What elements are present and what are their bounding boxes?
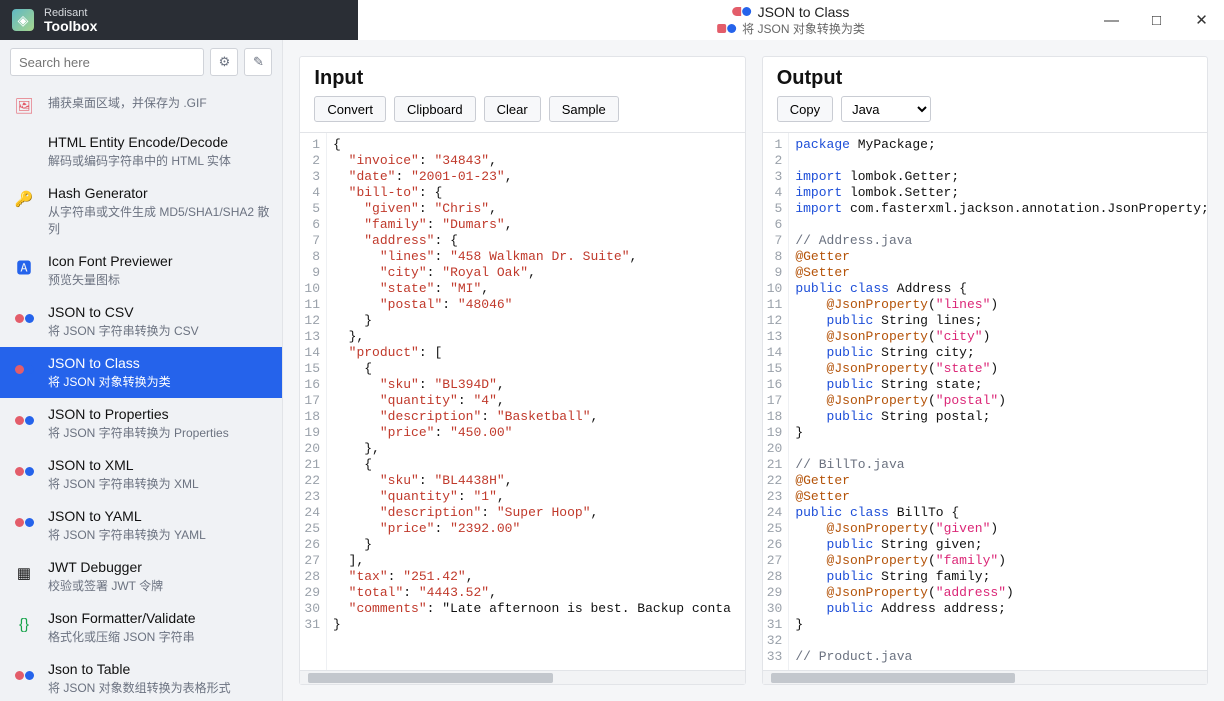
clear-button[interactable]: Clear — [484, 96, 541, 122]
output-heading: Output — [763, 57, 1207, 96]
sidebar-item-desc: 将 JSON 对象数组转换为表格形式 — [48, 679, 231, 696]
sidebar-item-icon — [12, 510, 36, 534]
input-pane: Input Convert Clipboard Clear Sample 1 2… — [299, 56, 745, 685]
search-input[interactable] — [10, 48, 204, 76]
input-editor[interactable]: 1 2 3 4 5 6 7 8 9 10 11 12 13 14 15 16 1… — [300, 132, 744, 670]
sidebar-item-title: JSON to YAML — [48, 508, 206, 524]
sidebar-item-desc: 校验或签署 JWT 令牌 — [48, 577, 163, 594]
sidebar-item-title: JSON to CSV — [48, 304, 199, 320]
page-subtitle: 将 JSON 对象转换为类 — [742, 20, 865, 37]
sidebar-item-title: Json to Table — [48, 661, 231, 677]
sidebar-item-json-to-xml[interactable]: JSON to XML 将 JSON 字符串转换为 XML — [0, 449, 282, 500]
sample-button[interactable]: Sample — [549, 96, 619, 122]
sidebar-item-html-entity-encode-decode[interactable]: HTML Entity Encode/Decode 解码或编码字符串中的 HTML… — [0, 126, 282, 177]
header-icon-2 — [717, 24, 736, 33]
output-scrollbar-horizontal[interactable] — [763, 670, 1207, 684]
titlebar: ◈ Redisant Toolbox JSON to Class 将 JSON … — [0, 0, 1224, 40]
sidebar-item-icon: {} — [12, 612, 36, 636]
sidebar-item-icon: ▦ — [12, 561, 36, 585]
window-minimize-button[interactable]: — — [1089, 0, 1134, 40]
brand-name: Toolbox — [44, 19, 97, 33]
sidebar-item-title: JWT Debugger — [48, 559, 163, 575]
sidebar-item-jwt-debugger[interactable]: ▦ JWT Debugger 校验或签署 JWT 令牌 — [0, 551, 282, 602]
window-maximize-button[interactable]: □ — [1134, 0, 1179, 40]
brand-top: Redisant — [44, 7, 87, 19]
clipboard-button[interactable]: Clipboard — [394, 96, 476, 122]
copy-button[interactable]: Copy — [777, 96, 833, 122]
sidebar-item-title: HTML Entity Encode/Decode — [48, 134, 231, 150]
sidebar-item-json-to-yaml[interactable]: JSON to YAML 将 JSON 字符串转换为 YAML — [0, 500, 282, 551]
app-brand: Redisant Toolbox — [44, 8, 97, 33]
sidebar-item-title: Icon Font Previewer — [48, 253, 173, 269]
sidebar-item-json-to-table[interactable]: Json to Table 将 JSON 对象数组转换为表格形式 — [0, 653, 282, 701]
header-icon — [733, 7, 752, 16]
settings-icon[interactable]: ⚙ — [210, 48, 238, 76]
sidebar-item-icon — [12, 357, 36, 381]
sidebar-item-icon: 🖼 — [12, 94, 36, 118]
sidebar-item-json-to-properties[interactable]: JSON to Properties 将 JSON 字符串转换为 Properti… — [0, 398, 282, 449]
sidebar-item-desc: 将 JSON 字符串转换为 Properties — [48, 424, 229, 441]
sidebar: ⚙ ✎ 🖼 捕获桌面区域，并保存为 .GIF HTML Entity Encode/… — [0, 40, 283, 701]
sidebar-item-icon — [12, 663, 36, 687]
sidebar-item-hash-generator[interactable]: 🔑 Hash Generator 从字符串或文件生成 MD5/SHA1/SHA2 散… — [0, 177, 282, 245]
sidebar-item-desc: 将 JSON 字符串转换为 YAML — [48, 526, 206, 543]
sidebar-item-title: Json Formatter/Validate — [48, 610, 196, 626]
output-pane: Output Copy Java 1 2 3 4 5 6 7 8 9 10 11… — [762, 56, 1208, 685]
sidebar-item-desc: 解码或编码字符串中的 HTML 实体 — [48, 152, 231, 169]
sidebar-item-title: JSON to Class — [48, 355, 171, 371]
sidebar-item-json-to-csv[interactable]: JSON to CSV 将 JSON 字符串转换为 CSV — [0, 296, 282, 347]
sidebar-item-desc: 捕获桌面区域，并保存为 .GIF — [48, 94, 207, 111]
input-scrollbar-horizontal[interactable] — [300, 670, 744, 684]
sidebar-item-desc: 预览矢量图标 — [48, 271, 173, 288]
edit-icon[interactable]: ✎ — [244, 48, 272, 76]
sidebar-item-json-to-class[interactable]: JSON to Class 将 JSON 对象转换为类 — [0, 347, 282, 398]
sidebar-item-desc: 将 JSON 字符串转换为 XML — [48, 475, 199, 492]
sidebar-item-desc: 将 JSON 字符串转换为 CSV — [48, 322, 199, 339]
page-title: JSON to Class — [758, 4, 850, 20]
sidebar-item-title: JSON to XML — [48, 457, 199, 473]
sidebar-item-json-formatter-validate[interactable]: {} Json Formatter/Validate 格式化或压缩 JSON 字符串 — [0, 602, 282, 653]
sidebar-item-title: JSON to Properties — [48, 406, 229, 422]
sidebar-item-item[interactable]: 🖼 捕获桌面区域，并保存为 .GIF — [0, 84, 282, 126]
convert-button[interactable]: Convert — [314, 96, 386, 122]
language-select[interactable]: Java — [841, 96, 931, 122]
app-logo-icon: ◈ — [12, 9, 34, 31]
sidebar-item-desc: 将 JSON 对象转换为类 — [48, 373, 171, 390]
sidebar-item-icon — [12, 408, 36, 432]
sidebar-item-icon — [12, 136, 36, 160]
sidebar-item-desc: 格式化或压缩 JSON 字符串 — [48, 628, 196, 645]
sidebar-item-icon: 🔑 — [12, 187, 36, 211]
sidebar-item-icon — [12, 459, 36, 483]
input-heading: Input — [300, 57, 744, 96]
sidebar-item-icon-font-previewer[interactable]: 🅰 Icon Font Previewer 预览矢量图标 — [0, 245, 282, 296]
sidebar-item-icon — [12, 306, 36, 330]
sidebar-item-title: Hash Generator — [48, 185, 270, 201]
output-editor[interactable]: 1 2 3 4 5 6 7 8 9 10 11 12 13 14 15 16 1… — [763, 132, 1207, 670]
sidebar-item-desc: 从字符串或文件生成 MD5/SHA1/SHA2 散列 — [48, 203, 270, 237]
window-close-button[interactable]: ✕ — [1179, 0, 1224, 40]
sidebar-item-icon: 🅰 — [12, 255, 36, 279]
